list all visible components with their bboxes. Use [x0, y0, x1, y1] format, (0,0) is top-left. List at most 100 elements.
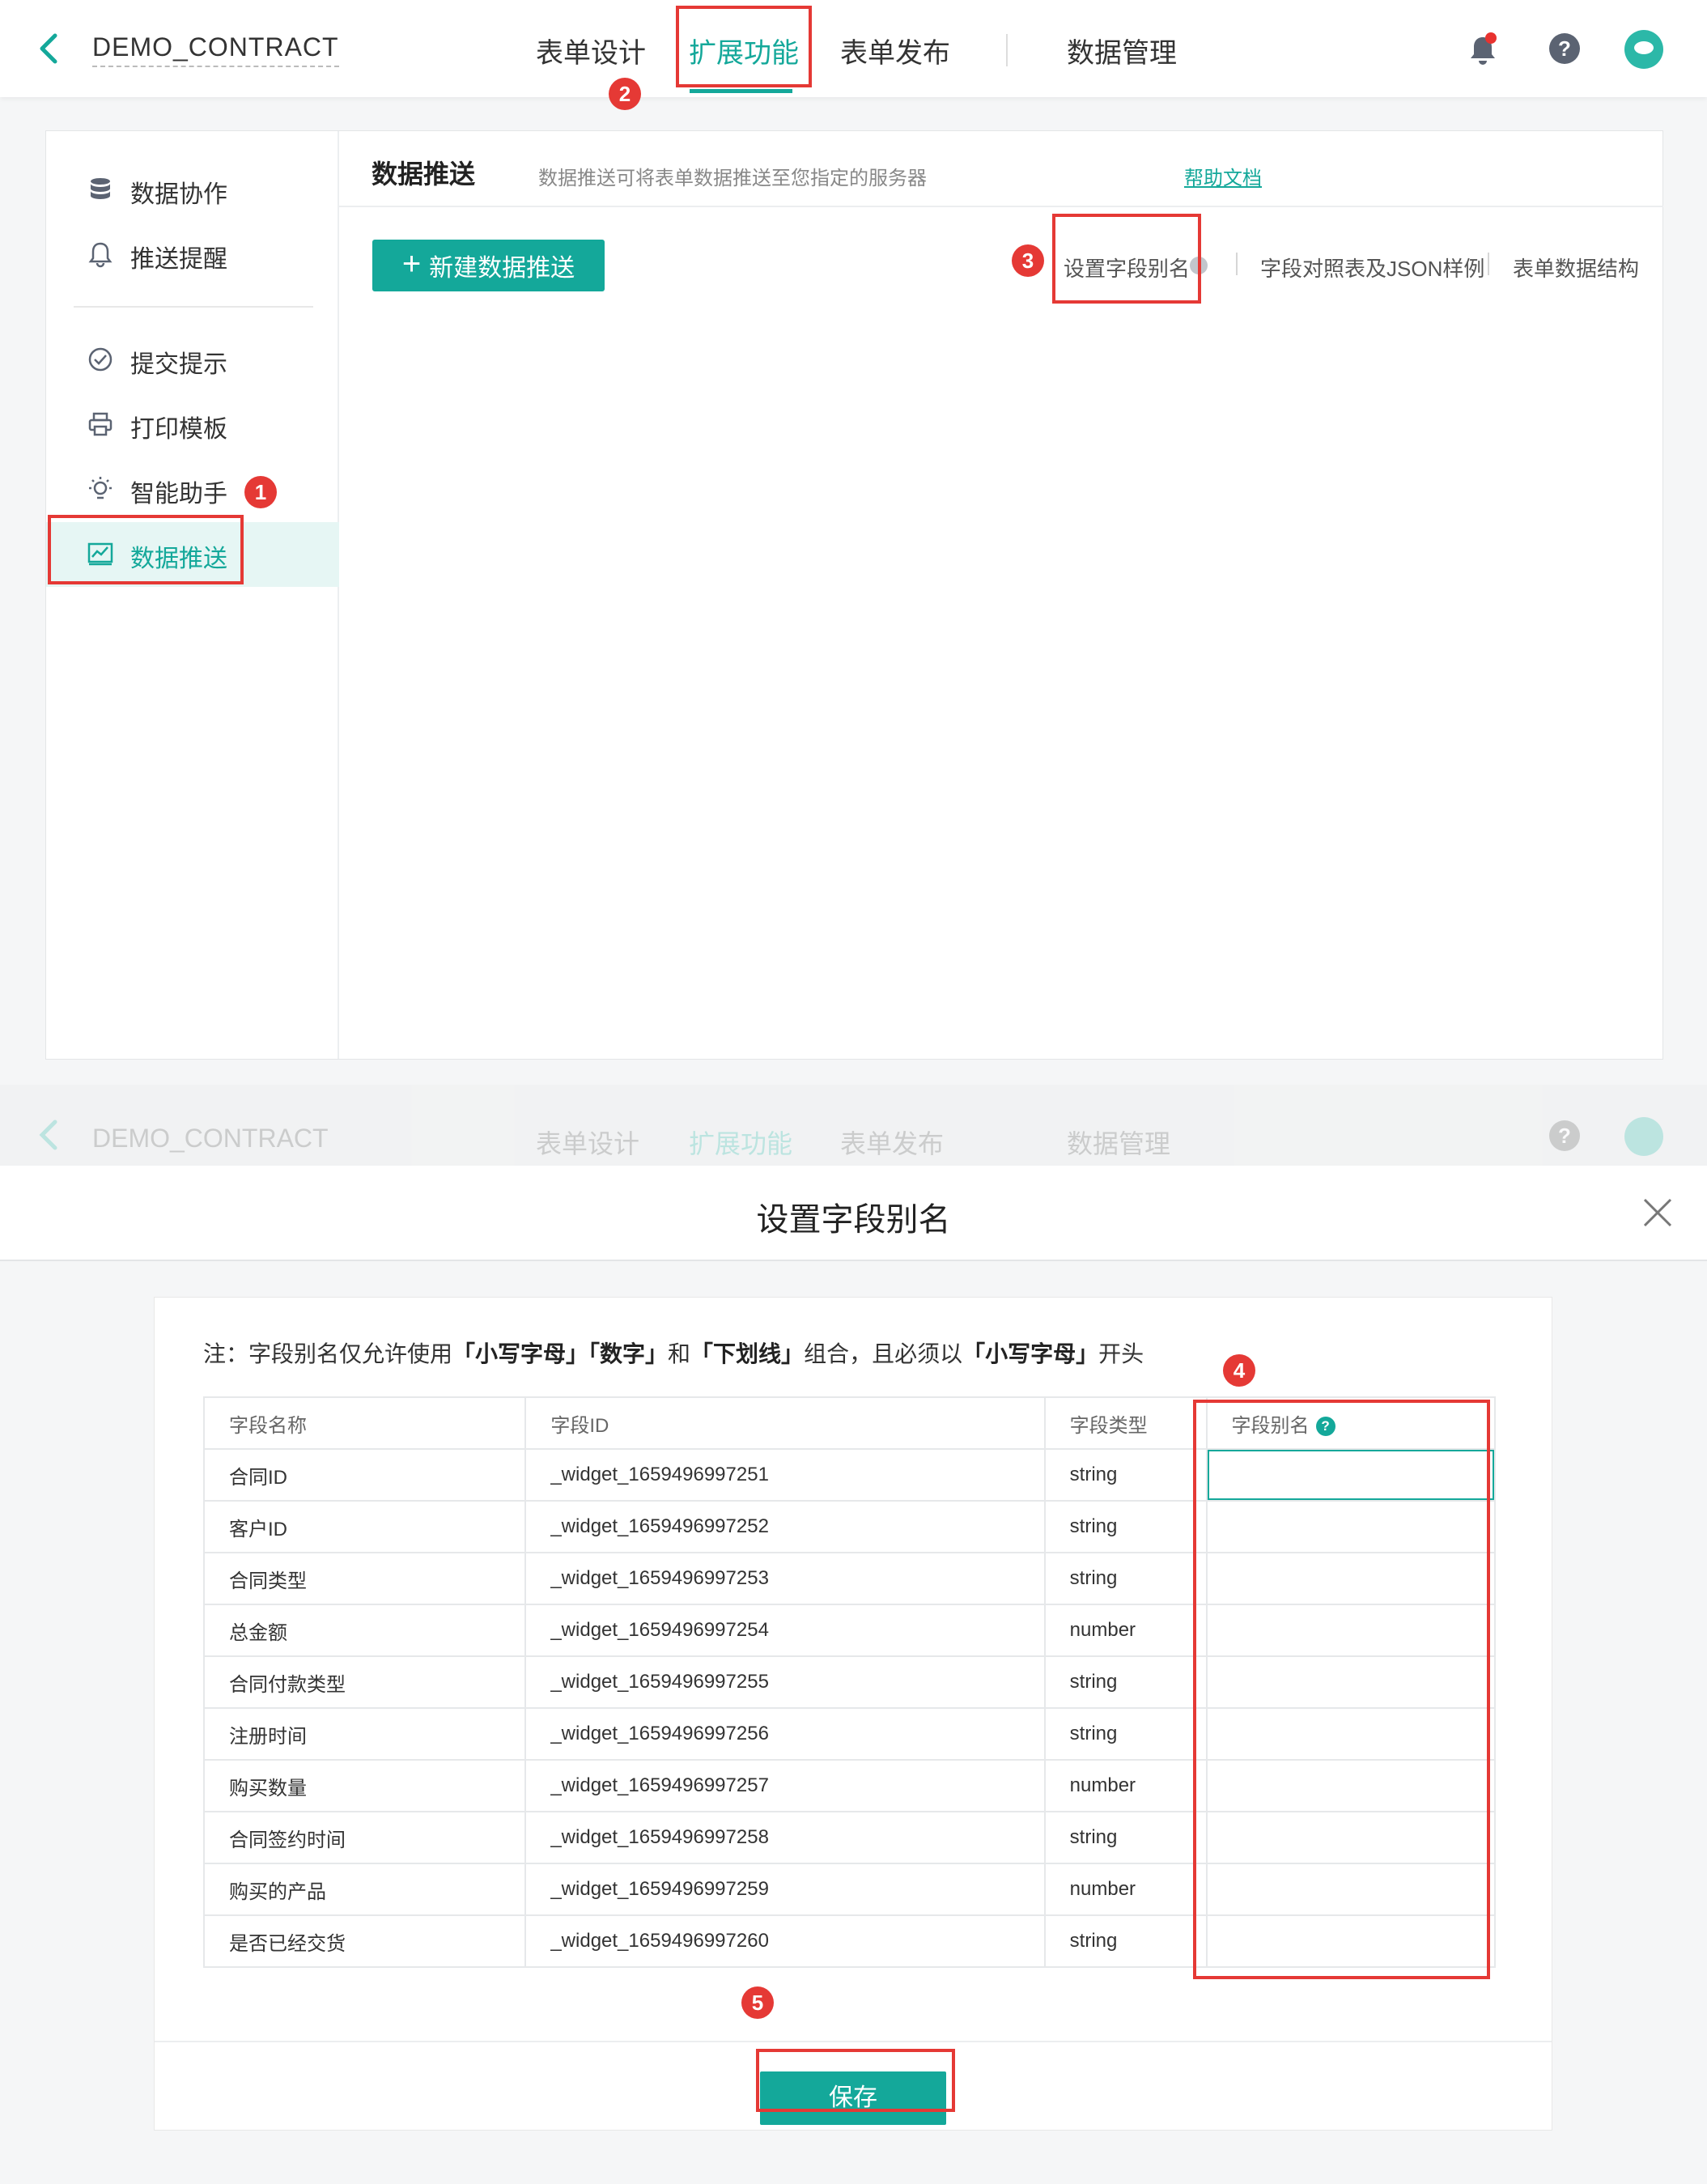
field-name: 客户ID: [202, 1500, 527, 1553]
sidebar-item-print-template[interactable]: 打印模板: [46, 393, 339, 457]
sidebar-separator: [74, 306, 313, 308]
field-name: 总金额: [202, 1604, 527, 1657]
ghost-tab-form-design: 表单设计: [536, 1129, 640, 1158]
help-doc-link[interactable]: 帮助文档: [1184, 162, 1262, 190]
close-icon[interactable]: [1641, 1196, 1674, 1229]
field-type: string: [1043, 1500, 1208, 1553]
note-text: 组合，且必须以: [804, 1341, 963, 1366]
sidebar-item-submit-hint[interactable]: 提交提示: [46, 328, 339, 393]
field-id: _widget_1659496997252: [524, 1500, 1046, 1553]
tab-form-design[interactable]: 表单设计: [536, 31, 646, 70]
back-arrow-icon[interactable]: [32, 29, 65, 68]
sidebar-item-smart-assistant[interactable]: 智能助手: [46, 457, 339, 522]
sidebar-item-push-reminder[interactable]: 推送提醒: [46, 223, 339, 287]
field-type: string: [1043, 1552, 1208, 1605]
field-name: 购买数量: [202, 1759, 527, 1812]
field-type: string: [1043, 1707, 1208, 1761]
app-title[interactable]: DEMO_CONTRACT: [92, 32, 339, 67]
ghost-tab-form-publish: 表单发布: [840, 1129, 945, 1158]
note-term: 「下划线」: [690, 1341, 805, 1366]
bell-icon: [87, 240, 114, 268]
note-text: 注：字段别名仅允许使用: [203, 1341, 453, 1366]
field-type: number: [1043, 1863, 1208, 1916]
ghost-tab-data-management: 数据管理: [1067, 1129, 1171, 1158]
note-text: 和: [668, 1341, 691, 1366]
annotation-box-5: [756, 2049, 955, 2112]
field-name: 购买的产品: [202, 1863, 527, 1916]
sidebar-item-label: 数据协作: [130, 181, 227, 208]
column-header: 字段名称: [202, 1396, 527, 1450]
bulb-icon: [87, 475, 114, 503]
modal-header: 设置字段别名: [0, 1166, 1707, 1261]
link-separator: [1488, 253, 1489, 275]
ghost-header: DEMO_CONTRACT 表单设计 扩展功能 表单发布 数据管理 ?: [0, 1085, 1707, 1166]
sidebar-item-label: 打印模板: [130, 416, 227, 443]
column-header: 字段类型: [1043, 1396, 1208, 1450]
field-id: _widget_1659496997253: [524, 1552, 1046, 1605]
annotation-box-1: [48, 515, 244, 584]
field-type: string: [1043, 1914, 1208, 1968]
field-name: 合同付款类型: [202, 1655, 527, 1709]
page-title: 数据推送: [372, 159, 476, 189]
field-id: _widget_1659496997259: [524, 1863, 1046, 1916]
alias-rule-note: 注：字段别名仅允许使用「小写字母」「数字」和「下划线」组合，且必须以「小写字母」…: [203, 1336, 1144, 1369]
column-header: 字段ID: [524, 1396, 1046, 1450]
modal-footer-divider: [155, 2041, 1552, 2042]
sidebar-item-label: 提交提示: [130, 351, 227, 378]
database-icon: [87, 176, 114, 203]
avatar: [1624, 1117, 1663, 1156]
field-id: _widget_1659496997258: [524, 1811, 1046, 1864]
sidebar-item-label: 智能助手: [130, 481, 227, 508]
field-id: _widget_1659496997251: [524, 1448, 1046, 1502]
settings-card: 数据协作 推送提醒 提交提示 打印模板 智能助手 数据推送 数据推送 数据推送可…: [45, 130, 1663, 1060]
main-header: 数据推送 数据推送可将表单数据推送至您指定的服务器 帮助文档: [339, 131, 1663, 207]
printer-icon: [87, 410, 114, 438]
field-name: 合同签约时间: [202, 1811, 527, 1864]
bottom-screenshot: DEMO_CONTRACT 表单设计 扩展功能 表单发布 数据管理 ? 设置字段…: [0, 1085, 1707, 2184]
field-id: _widget_1659496997260: [524, 1914, 1046, 1968]
field-type: string: [1043, 1811, 1208, 1864]
sidebar: 数据协作 推送提醒 提交提示 打印模板 智能助手 数据推送: [46, 131, 339, 1059]
link-separator: [1236, 253, 1238, 275]
field-id: _widget_1659496997257: [524, 1759, 1046, 1812]
tab-form-publish[interactable]: 表单发布: [840, 31, 950, 70]
field-name: 是否已经交货: [202, 1914, 527, 1968]
field-id: _widget_1659496997255: [524, 1655, 1046, 1709]
field-type: string: [1043, 1448, 1208, 1502]
top-header: DEMO_CONTRACT 表单设计 扩展功能 表单发布 数据管理 ?: [0, 0, 1707, 97]
annotation-badge-4: 4: [1223, 1354, 1255, 1387]
field-type: number: [1043, 1759, 1208, 1812]
field-type: number: [1043, 1604, 1208, 1657]
form-data-structure-link[interactable]: 表单数据结构: [1513, 253, 1639, 283]
active-tab-underline: [690, 89, 792, 93]
back-arrow-icon: [39, 1120, 57, 1150]
nav-divider: [1006, 34, 1008, 66]
check-circle-icon: [87, 346, 114, 373]
field-name: 注册时间: [202, 1707, 527, 1761]
note-term: 「小写字母」「数字」: [452, 1341, 669, 1366]
annotation-box-3: [1052, 214, 1201, 304]
help-icon[interactable]: ?: [1549, 33, 1580, 64]
help-icon: ?: [1549, 1120, 1580, 1151]
annotation-box-2: [676, 6, 812, 87]
note-text: 开头: [1098, 1341, 1144, 1366]
tab-data-management[interactable]: 数据管理: [1067, 31, 1177, 70]
sidebar-item-data-collab[interactable]: 数据协作: [46, 158, 339, 223]
annotation-badge-2: 2: [609, 78, 641, 110]
annotation-badge-3: 3: [1012, 244, 1044, 277]
ghost-app-title: DEMO_CONTRACT: [92, 1124, 329, 1153]
new-data-push-button[interactable]: + 新建数据推送: [372, 240, 605, 291]
ghost-tab-extensions: 扩展功能: [689, 1129, 793, 1158]
annotation-badge-5: 5: [741, 1986, 774, 2019]
avatar[interactable]: [1624, 30, 1663, 69]
annotation-box-4: [1193, 1400, 1490, 1979]
notification-dot: [1485, 32, 1497, 44]
field-id: _widget_1659496997254: [524, 1604, 1046, 1657]
top-screenshot: DEMO_CONTRACT 表单设计 扩展功能 表单发布 数据管理 ? 数据协作: [0, 0, 1707, 1085]
new-data-push-label: 新建数据推送: [429, 255, 575, 282]
field-name: 合同ID: [202, 1448, 527, 1502]
field-mapping-json-link[interactable]: 字段对照表及JSON样例: [1260, 253, 1484, 283]
plus-icon: +: [401, 246, 422, 282]
sidebar-item-label: 推送提醒: [130, 246, 227, 273]
note-term: 「小写字母」: [962, 1341, 1099, 1366]
